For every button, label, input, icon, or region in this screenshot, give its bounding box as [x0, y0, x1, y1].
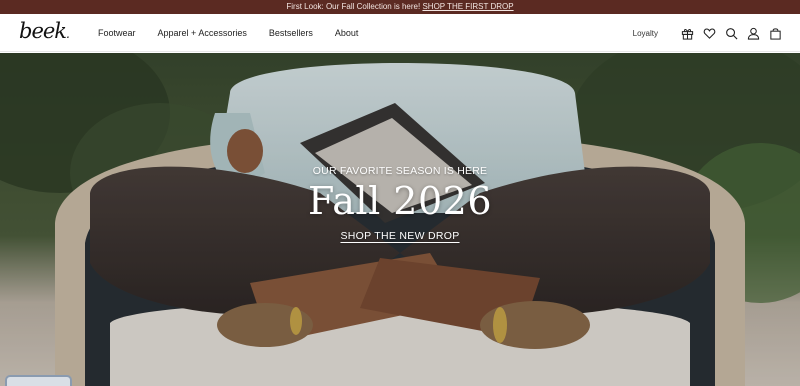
announcement-bar: First Look: Our Fall Collection is here!…: [0, 0, 800, 14]
search-icon[interactable]: [725, 27, 738, 40]
nav-about[interactable]: About: [335, 28, 359, 38]
gift-icon[interactable]: [681, 27, 694, 40]
heart-icon[interactable]: [703, 27, 716, 40]
hero-eyebrow: OUR FAVORITE SEASON IS HERE: [312, 165, 488, 177]
hero-headline: Fall 2026: [307, 179, 493, 223]
floating-widget-tab[interactable]: [5, 375, 72, 386]
utility-nav: Loyalty: [633, 14, 782, 52]
account-icon[interactable]: [747, 27, 760, 40]
logo-dot: .: [66, 27, 70, 41]
logo-text: beek: [19, 19, 67, 43]
nav-bestsellers[interactable]: Bestsellers: [269, 28, 313, 38]
site-header: beek. Footwear Apparel + Accessories Bes…: [0, 14, 800, 52]
main-nav: Footwear Apparel + Accessories Bestselle…: [98, 14, 380, 52]
brand-logo[interactable]: beek.: [19, 19, 70, 43]
bag-icon[interactable]: [769, 27, 782, 40]
hero-cta-link[interactable]: SHOP THE NEW DROP: [340, 230, 459, 242]
loyalty-link[interactable]: Loyalty: [633, 29, 658, 38]
nav-apparel-accessories[interactable]: Apparel + Accessories: [158, 28, 247, 38]
nav-footwear[interactable]: Footwear: [98, 28, 136, 38]
announcement-text: First Look: Our Fall Collection is here!: [286, 2, 421, 11]
hero-copy: OUR FAVORITE SEASON IS HERE Fall 2026 SH…: [0, 165, 800, 244]
announcement-link[interactable]: SHOP THE FIRST DROP: [422, 2, 513, 11]
hero-banner[interactable]: OUR FAVORITE SEASON IS HERE Fall 2026 SH…: [0, 53, 800, 386]
